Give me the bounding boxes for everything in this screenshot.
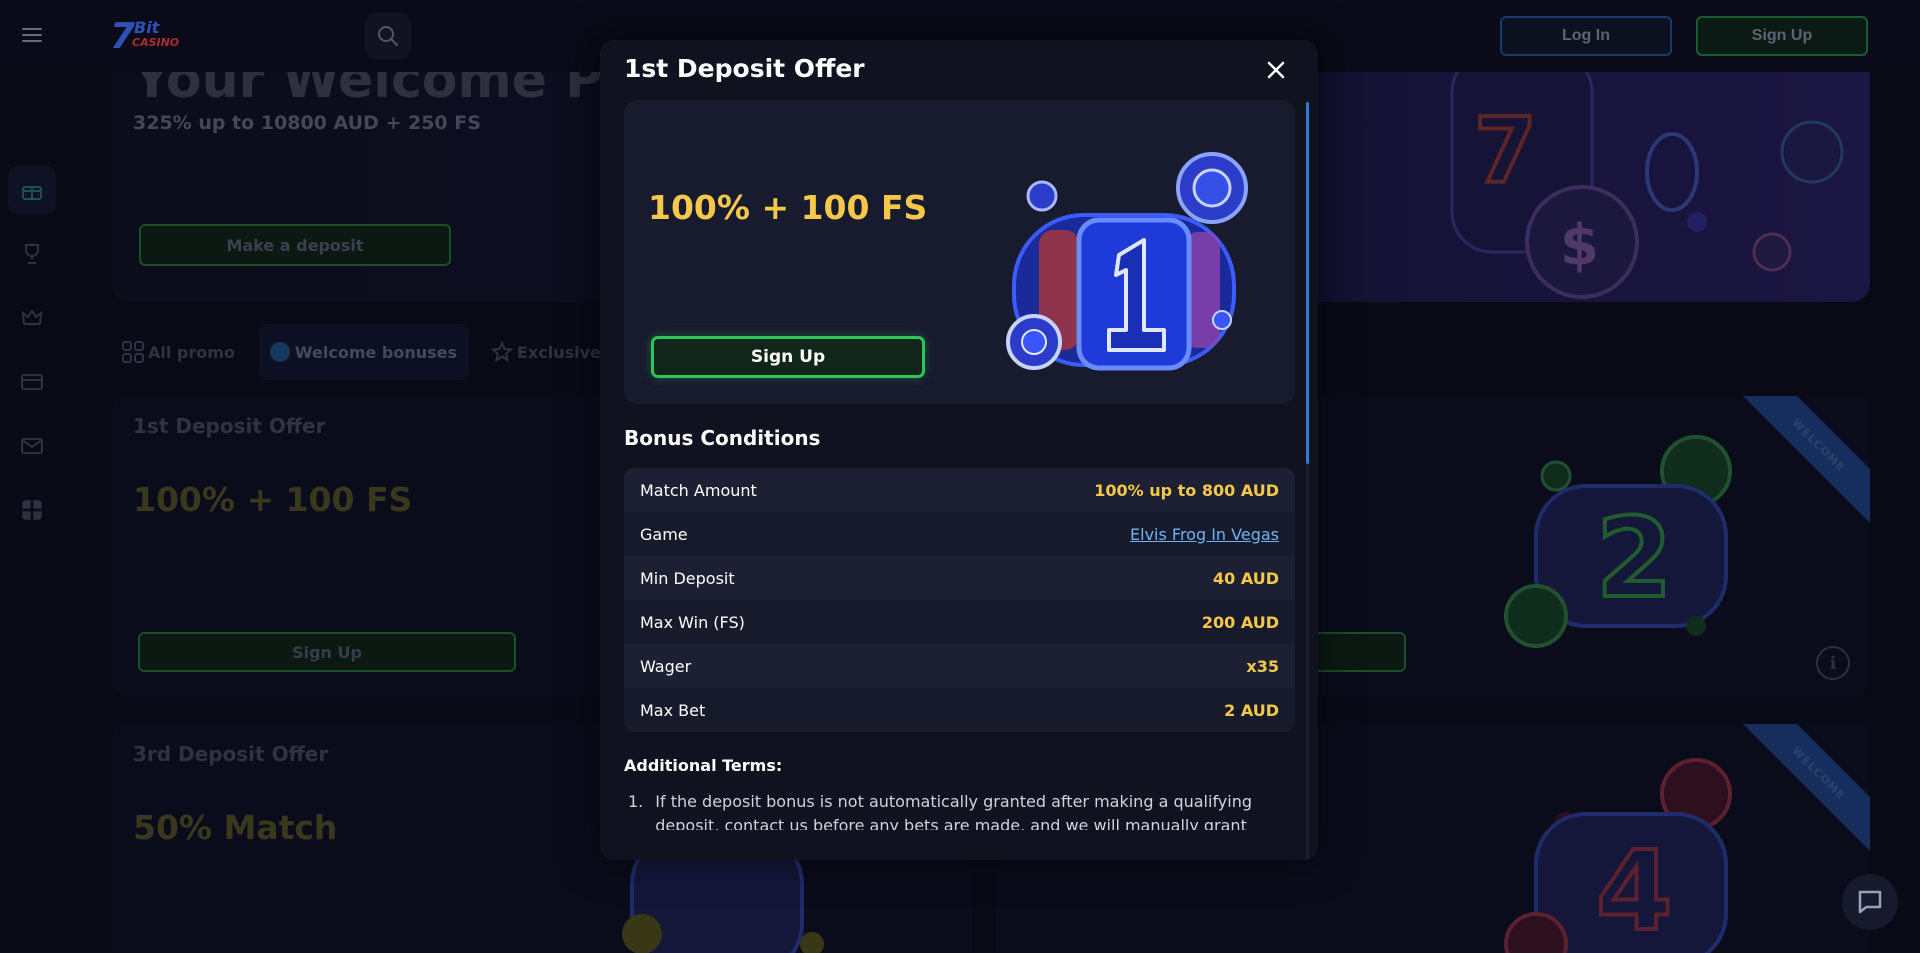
game-link[interactable]: Elvis Frog In Vegas (1130, 525, 1279, 544)
condition-row: Game Elvis Frog In Vegas (624, 512, 1295, 556)
condition-row: Match Amount 100% up to 800 AUD (624, 468, 1295, 512)
offer-value: 100% + 100 FS (648, 188, 928, 227)
condition-label: Max Bet (640, 700, 706, 720)
condition-label: Max Win (FS) (640, 612, 745, 632)
offer-signup-button[interactable]: Sign Up (651, 336, 925, 378)
modal-title: 1st Deposit Offer (624, 54, 865, 83)
condition-label: Wager (640, 656, 692, 676)
close-icon[interactable] (1262, 56, 1290, 84)
offer-banner: 100% + 100 FS Sign Up (624, 100, 1295, 404)
condition-label: Match Amount (640, 480, 757, 500)
condition-value: 2 AUD (1224, 700, 1279, 720)
conditions-title: Bonus Conditions (624, 426, 821, 450)
modal-scrollbar-thumb[interactable] (1306, 102, 1309, 464)
condition-row: Max Win (FS) 200 AUD (624, 600, 1295, 644)
slot-one-illustration (1006, 152, 1248, 371)
modal-bottom-padding (600, 830, 1318, 860)
condition-label: Min Deposit (640, 568, 735, 588)
terms-title: Additional Terms: (624, 756, 783, 775)
conditions-table: Match Amount 100% up to 800 AUD Game Elv… (624, 468, 1295, 732)
condition-row: Wager x35 (624, 644, 1295, 688)
condition-value: 100% up to 800 AUD (1094, 480, 1279, 500)
condition-label: Game (640, 524, 688, 544)
condition-value: 200 AUD (1201, 612, 1279, 632)
chat-icon[interactable] (1842, 874, 1898, 930)
condition-value: 40 AUD (1213, 568, 1279, 588)
deposit-offer-modal: 1st Deposit Offer 100% + 100 FS Sign Up … (600, 40, 1318, 860)
condition-row: Min Deposit 40 AUD (624, 556, 1295, 600)
condition-value: x35 (1246, 656, 1279, 676)
condition-row: Max Bet 2 AUD (624, 688, 1295, 732)
